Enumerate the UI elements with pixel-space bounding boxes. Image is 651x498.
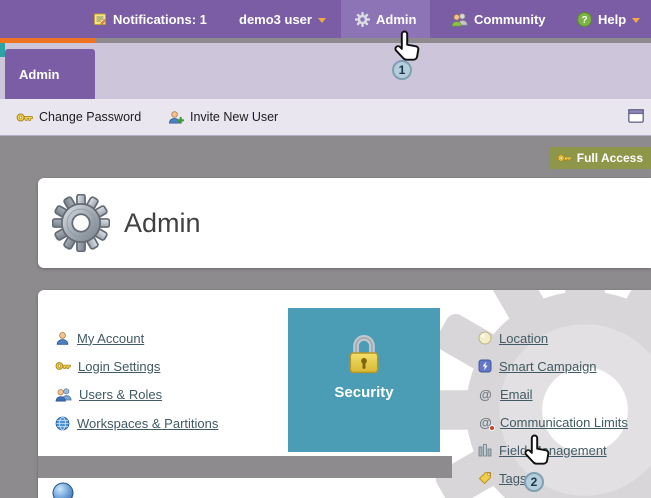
question-icon: ? bbox=[577, 11, 592, 27]
link-row: Location bbox=[478, 328, 548, 348]
at-limit-icon bbox=[478, 415, 495, 431]
gear-icon bbox=[355, 11, 370, 27]
help-menu-item[interactable]: ? Help bbox=[577, 0, 641, 38]
user-menu-label: demo3 user bbox=[239, 11, 312, 27]
link-email[interactable]: Email bbox=[500, 387, 533, 402]
window-icon bbox=[628, 109, 644, 123]
link-row: Tags bbox=[478, 468, 526, 488]
change-password-button[interactable]: Change Password bbox=[16, 99, 141, 135]
step-2-badge: 2 bbox=[524, 472, 544, 492]
link-row: Communication Limits bbox=[478, 412, 628, 432]
community-menu-item[interactable]: Community bbox=[451, 0, 546, 38]
at-icon bbox=[478, 387, 493, 402]
note-icon bbox=[93, 12, 107, 26]
chevron-down-icon bbox=[317, 17, 326, 23]
help-menu-label: Help bbox=[598, 11, 627, 27]
invite-new-user-button[interactable]: Invite New User bbox=[168, 99, 278, 135]
campaign-icon bbox=[478, 359, 492, 373]
tab-admin-label: Admin bbox=[19, 66, 60, 82]
key-icon bbox=[55, 361, 71, 371]
link-location[interactable]: Location bbox=[499, 331, 548, 346]
user-menu-item[interactable]: demo3 user bbox=[239, 0, 326, 38]
link-row: Login Settings bbox=[55, 356, 160, 376]
link-my-account[interactable]: My Account bbox=[77, 331, 144, 346]
link-communication-limits[interactable]: Communication Limits bbox=[500, 415, 628, 430]
tag-icon bbox=[478, 471, 492, 485]
link-tags[interactable]: Tags bbox=[499, 471, 526, 486]
link-row: Workspaces & Partitions bbox=[55, 413, 218, 433]
gear-icon bbox=[52, 194, 110, 252]
lock-icon bbox=[341, 330, 387, 376]
admin-header-card: Admin bbox=[38, 178, 651, 268]
users-icon bbox=[55, 387, 72, 402]
add-user-icon bbox=[168, 110, 184, 125]
globe-icon bbox=[55, 416, 70, 431]
top-nav-bar: Notifications: 1 demo3 user Admin Commun… bbox=[0, 0, 651, 38]
tab-strip: Admin bbox=[0, 43, 651, 99]
edge-accent bbox=[0, 43, 5, 57]
globe2-icon bbox=[52, 482, 74, 498]
marketo-admin-screen: Notifications: 1 demo3 user Admin Commun… bbox=[0, 0, 651, 498]
panel-toggle-button[interactable] bbox=[628, 109, 644, 123]
link-row: Smart Campaign bbox=[478, 356, 597, 376]
full-access-badge: Full Access bbox=[548, 147, 651, 169]
chevron-down-icon bbox=[632, 17, 641, 23]
change-password-label: Change Password bbox=[39, 110, 142, 124]
columns-icon bbox=[478, 443, 492, 457]
key-icon bbox=[557, 153, 572, 163]
cursor-hand-icon bbox=[518, 434, 554, 470]
admin-toolbar: Change Password Invite New User bbox=[0, 99, 651, 136]
community-menu-label: Community bbox=[474, 11, 546, 27]
link-row: Email bbox=[478, 384, 533, 404]
user-icon bbox=[55, 331, 70, 346]
link-smart-campaign[interactable]: Smart Campaign bbox=[499, 359, 597, 374]
tab-admin[interactable]: Admin bbox=[5, 49, 95, 99]
people-icon bbox=[451, 12, 468, 27]
link-users-roles[interactable]: Users & Roles bbox=[79, 387, 162, 402]
notifications-menu-item[interactable]: Notifications: 1 bbox=[93, 0, 207, 38]
step-1-badge: 1 bbox=[392, 60, 412, 80]
invite-new-user-label: Invite New User bbox=[190, 110, 279, 124]
page-title: Admin bbox=[124, 207, 201, 238]
link-login-settings[interactable]: Login Settings bbox=[78, 359, 160, 374]
sphere-icon bbox=[478, 331, 492, 345]
link-row: Users & Roles bbox=[55, 384, 162, 404]
link-workspaces-partitions[interactable]: Workspaces & Partitions bbox=[77, 416, 218, 431]
admin-sections-card: My Account Login Settings Users & Roles … bbox=[38, 290, 651, 498]
card-gap bbox=[38, 456, 452, 478]
admin-menu-label: Admin bbox=[376, 11, 417, 27]
key-icon bbox=[16, 112, 33, 123]
link-row: My Account bbox=[55, 328, 144, 348]
security-tile-label: Security bbox=[334, 384, 394, 401]
notifications-label: Notifications: 1 bbox=[113, 11, 207, 27]
full-access-label: Full Access bbox=[576, 151, 643, 165]
security-tile[interactable]: Security bbox=[288, 308, 440, 452]
svg-text:?: ? bbox=[581, 15, 587, 26]
